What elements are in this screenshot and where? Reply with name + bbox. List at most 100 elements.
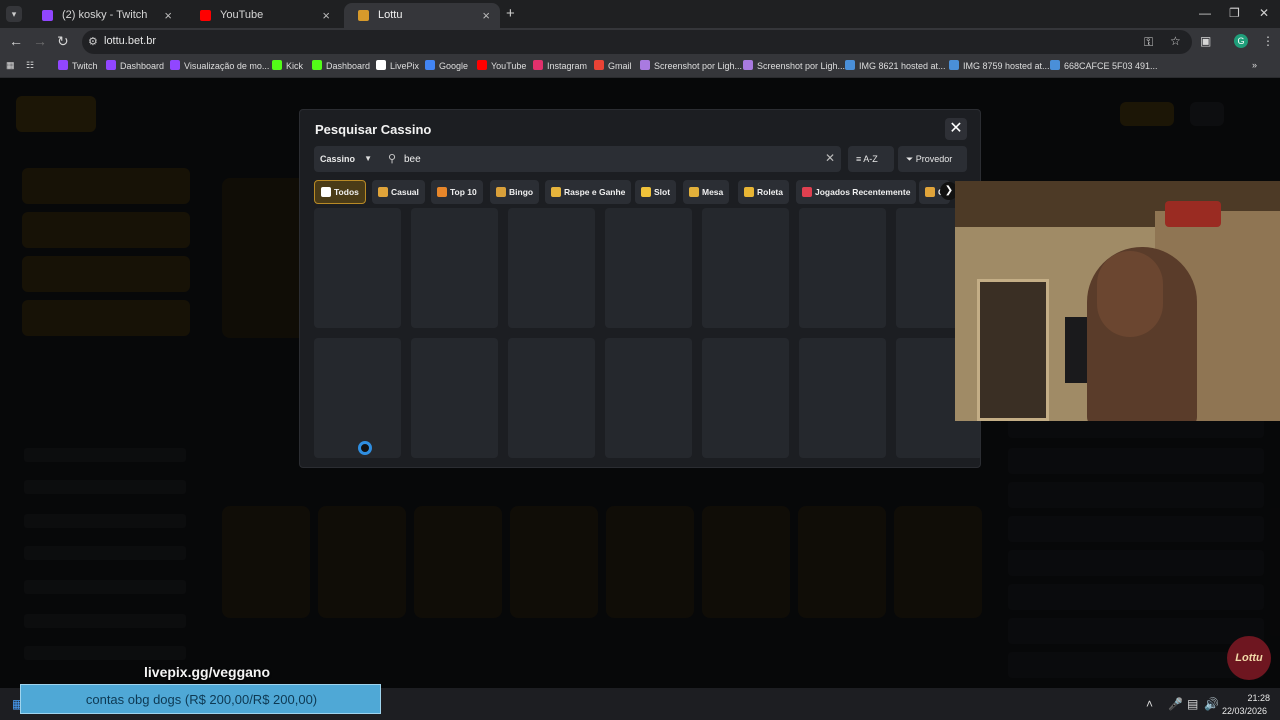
chip-roleta[interactable]: Roleta [738,180,789,204]
bookmark-label: Visualização de mo... [184,61,270,71]
loading-skeleton-card [605,338,692,458]
search-field[interactable]: ⚲ ✕ [380,146,841,172]
chip-mesa[interactable]: Mesa [683,180,730,204]
loading-skeleton-card [411,208,498,328]
tab-close-icon[interactable]: × [164,8,172,23]
taskbar-clock-date[interactable]: 22/03/2026 [1222,706,1267,716]
address-bar[interactable]: ⚙ lottu.bet.br ⚿ ☆ [82,30,1192,54]
bookmark-item[interactable]: Twitch [58,60,98,74]
chip-todos[interactable]: Todos [314,180,366,204]
loading-skeleton-card [702,208,789,328]
minimize-icon[interactable]: — [1199,6,1211,20]
browser-toolbar: ← → ↻ ⚙ lottu.bet.br ⚿ ☆ ▣ G ⋮ [0,28,1280,56]
ticket-icon [551,187,561,197]
chip-slot[interactable]: Slot [635,180,677,204]
bookmark-label: IMG 8759 hosted at... [963,61,1050,71]
chip-label: Todos [334,187,359,197]
loading-skeleton-card [799,208,886,328]
search-icon: ⚲ [388,153,397,165]
bookmark-item[interactable]: Screenshot por Ligh... [640,60,742,74]
bookmark-item[interactable]: Gmail [594,60,632,74]
clear-search-icon[interactable]: ✕ [825,151,835,165]
chip-top-10[interactable]: Top 10 [431,180,483,204]
tab-search-icon[interactable]: ▾ [6,6,22,22]
bookmark-favicon-icon [594,60,604,70]
tab-close-icon[interactable]: × [482,8,490,23]
close-icon[interactable]: ✕ [945,118,967,140]
category-select[interactable]: Cassino ▼ [314,146,380,172]
profile-avatar[interactable]: G [1234,34,1248,48]
bookmark-item[interactable]: Visualização de mo... [170,60,269,74]
tab-title: Lottu [378,9,403,21]
tab-youtube[interactable]: YouTube × [186,3,340,28]
back-icon[interactable]: ← [9,33,23,49]
tab-lottu[interactable]: Lottu × [344,3,500,28]
tab-title: (2) kosky - Twitch [62,9,148,21]
bingo-icon [496,187,506,197]
donation-goal-text: contas obg dogs (R$ 200,00/R$ 200,00) [85,692,318,707]
flame-icon [437,187,447,197]
bookmark-item[interactable]: YouTube [477,60,526,74]
network-icon[interactable]: ▤ [1187,697,1198,711]
bookmark-favicon-icon [170,60,180,70]
taskbar-clock-time[interactable]: 21:28 [1240,693,1270,703]
webcam-person-head [1097,251,1163,337]
browser-tab-bar: ▾ (2) kosky - Twitch × YouTube × Lottu ×… [0,0,1280,28]
apps-grid-icon[interactable]: ☷ [26,60,34,74]
loading-skeleton-card [508,338,595,458]
bookmark-item[interactable]: IMG 8621 hosted at... [845,60,946,74]
bookmark-favicon-icon [845,60,855,70]
bookmark-item[interactable]: Dashboard [312,60,370,74]
bookmark-item[interactable]: Instagram [533,60,587,74]
chip-raspe-e-ganhe[interactable]: Raspe e Ganhe [545,180,632,204]
loading-skeleton-card [314,208,401,328]
bookmark-item[interactable]: 668CAFCE 5F03 491... [1050,60,1158,74]
bookmark-star-icon[interactable]: ☆ [1170,34,1181,48]
bookmark-item[interactable]: Dashboard [106,60,164,74]
bookmark-favicon-icon [376,60,386,70]
chip-casual[interactable]: Casual [372,180,425,204]
sort-button[interactable]: ≡ A-Z [848,146,894,172]
bookmark-favicon-icon [1050,60,1060,70]
bookmarks-overflow-icon[interactable]: » [1252,60,1257,74]
url-text: lottu.bet.br [104,35,156,47]
reload-icon[interactable]: ↻ [57,33,69,50]
tab-twitch[interactable]: (2) kosky - Twitch × [28,3,182,28]
bookmark-favicon-icon [949,60,959,70]
bookmark-item[interactable]: Kick [272,60,303,74]
extensions-icon[interactable]: ▣ [1200,34,1211,48]
loading-skeleton-card [508,208,595,328]
provider-filter-button[interactable]: ⏷ Provedor [898,146,967,172]
apps-grid-icon[interactable]: ▦ [6,60,15,74]
bookmark-item[interactable]: IMG 8759 hosted at... [949,60,1050,74]
bookmark-item[interactable]: LivePix [376,60,419,74]
bookmark-item[interactable]: Google [425,60,468,74]
search-input[interactable] [404,151,804,167]
tab-close-icon[interactable]: × [322,8,330,23]
site-info-icon[interactable]: ⚙ [88,35,98,48]
browser-menu-icon[interactable]: ⋮ [1262,34,1274,48]
loading-skeleton-card [411,338,498,458]
bookmark-item[interactable]: Screenshot por Ligh... [743,60,845,74]
chip-jogados-recentemente[interactable]: Jogados Recentemente [796,180,917,204]
chip-label: Top 10 [450,187,477,197]
roulette-icon [744,187,754,197]
forward-icon[interactable]: → [33,33,47,49]
password-key-icon[interactable]: ⚿ [1144,35,1153,50]
bookmark-label: Gmail [608,61,632,71]
chip-label: Roleta [757,187,783,197]
tray-chevron-up-icon[interactable]: ˄ [1146,697,1153,711]
window-close-icon[interactable]: ✕ [1259,6,1269,20]
volume-icon[interactable]: 🔊 [1204,697,1219,711]
bookmark-label: 668CAFCE 5F03 491... [1064,61,1158,71]
lottu-badge-logo: Lottu [1227,636,1271,680]
bookmark-label: YouTube [491,61,527,71]
chip-label: Mesa [702,187,724,197]
new-tab-icon[interactable]: + [506,5,515,22]
loading-skeleton-card [314,338,401,458]
chip-bingo[interactable]: Bingo [490,180,540,204]
restore-icon[interactable]: ❐ [1229,6,1240,20]
bookmark-favicon-icon [106,60,116,70]
donation-goal-bar: contas obg dogs (R$ 200,00/R$ 200,00) [20,684,381,714]
microphone-icon[interactable]: 🎤 [1168,697,1183,711]
